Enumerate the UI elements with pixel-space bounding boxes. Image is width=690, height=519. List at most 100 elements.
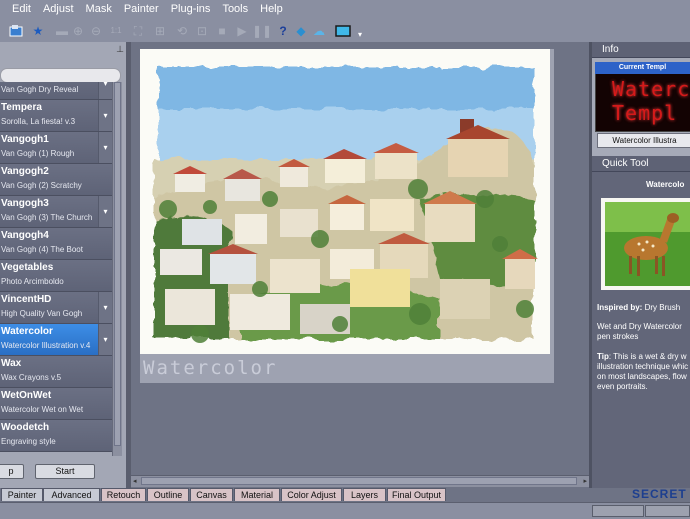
- preset-description: Wax Crayons v.5: [1, 373, 62, 382]
- preset-description: Watercolor Illustration v.4: [1, 341, 91, 350]
- preset-thumbnail: [601, 198, 690, 290]
- preset-item-vangogh3[interactable]: Vangogh3 Van Gogh (3) The Church ▾: [0, 196, 112, 228]
- preset-menu-chevron-down-icon[interactable]: ▾: [98, 82, 112, 99]
- preset-description: Van Gogh (3) The Church: [1, 213, 93, 222]
- preset-description: Sorolla, La fiesta! v.3: [1, 117, 76, 126]
- preset-description: Photo Arcimboldo: [1, 277, 64, 286]
- brand-logo-text: SECRET: [632, 487, 687, 501]
- preset-item-tempera[interactable]: Tempera Sorolla, La fiesta! v.3 ▾: [0, 100, 112, 132]
- preset-item-watercolor[interactable]: Watercolor Watercolor Illustration v.4 ▾: [0, 324, 112, 356]
- preset-item-vangogh2[interactable]: Vangogh2 Van Gogh (2) Scratchy: [0, 164, 112, 196]
- crop-icon[interactable]: ⊞: [152, 23, 168, 39]
- fit-icon[interactable]: ⛶: [130, 23, 146, 39]
- canvas-watermark-text: Watercolor: [143, 357, 278, 379]
- tab-painter[interactable]: Painter: [1, 488, 43, 501]
- menu-plugins[interactable]: Plug-ins: [165, 0, 217, 15]
- tab-layers[interactable]: Layers: [343, 488, 386, 501]
- folder-icon[interactable]: ▬: [54, 23, 70, 39]
- preset-menu-chevron-down-icon[interactable]: ▾: [98, 132, 112, 163]
- open-icon[interactable]: [8, 23, 24, 39]
- preset-menu-chevron-down-icon[interactable]: ▾: [98, 292, 112, 323]
- inspired-by-line: Inspired by: Dry Brush: [597, 303, 680, 313]
- inspired-by-value: Dry Brush: [644, 303, 681, 312]
- status-field-1: [592, 505, 644, 517]
- zoom-in-icon[interactable]: ⊕: [70, 23, 86, 39]
- preset-list-scrollbar[interactable]: [112, 82, 122, 456]
- preset-menu-chevron-down-icon[interactable]: ▾: [98, 324, 112, 355]
- tip-text-1: : This is a wet & dry w: [608, 352, 687, 361]
- play-icon[interactable]: ▶: [234, 23, 250, 39]
- quick-tool-title: Quick Tool: [592, 156, 690, 172]
- export-icon[interactable]: ☁: [311, 23, 327, 39]
- stop-button[interactable]: p: [0, 464, 24, 479]
- preset-item-wax[interactable]: Wax Wax Crayons v.5: [0, 356, 112, 388]
- preset-description: Watercolor Wet on Wet: [1, 405, 84, 414]
- help-icon[interactable]: ?: [275, 23, 291, 39]
- tab-canvas[interactable]: Canvas: [190, 488, 233, 501]
- layers-icon[interactable]: ◆: [293, 23, 309, 39]
- preset-description: Engraving style: [1, 437, 56, 446]
- scrollbar-thumb[interactable]: [114, 82, 121, 446]
- tab-outline[interactable]: Outline: [147, 488, 189, 501]
- menu-tools[interactable]: Tools: [216, 0, 254, 15]
- tab-retouch[interactable]: Retouch: [101, 488, 146, 501]
- menu-help[interactable]: Help: [254, 0, 289, 15]
- tip-line-3: on most landscapes, flow: [597, 372, 687, 381]
- quick-tool-desc-2: pen strokes: [597, 332, 639, 341]
- info-panel-title: Info: [592, 42, 690, 58]
- scroll-right-icon[interactable]: ▸: [583, 477, 587, 485]
- tip-line-1: Tip: This is a wet & dry w: [597, 352, 687, 362]
- led-line-2: Templ: [612, 101, 678, 125]
- tip-line-4: even portraits.: [597, 382, 648, 391]
- menu-edit[interactable]: Edit: [0, 0, 37, 15]
- pin-icon[interactable]: ⊥: [116, 44, 124, 55]
- preset-description: Van Gogh (2) Scratchy: [1, 181, 82, 190]
- scrollbar-thumb[interactable]: [141, 477, 577, 485]
- preset-item-sunflowers[interactable]: SunflowersVan Gogh Dry Reveal▾: [0, 82, 112, 100]
- tab-material[interactable]: Material: [234, 488, 280, 501]
- preset-description: High Quality Van Gogh: [1, 309, 83, 318]
- preset-name: Vegetables: [1, 262, 54, 273]
- preset-menu-chevron-down-icon[interactable]: ▾: [98, 100, 112, 131]
- menu-adjust[interactable]: Adjust: [37, 0, 80, 15]
- preset-name: Woodetch: [1, 422, 50, 433]
- monitor-icon[interactable]: [335, 23, 351, 39]
- preset-item-vegetables[interactable]: Vegetables Photo Arcimboldo: [0, 260, 112, 292]
- menu-bar: Edit Adjust Mask Painter Plug-ins Tools Help: [0, 0, 690, 21]
- quick-tool-desc-1: Wet and Dry Watercolor: [597, 322, 682, 331]
- pause-icon[interactable]: ❚❚: [252, 23, 272, 39]
- scroll-left-icon[interactable]: ◂: [133, 477, 137, 485]
- status-bar: [0, 502, 690, 519]
- menu-painter[interactable]: Painter: [118, 0, 165, 15]
- quick-tool-heading: Watercolo: [646, 180, 685, 189]
- rotate-icon[interactable]: ⟲: [174, 23, 190, 39]
- preset-item-vincenthd[interactable]: VincentHD High Quality Van Gogh ▾: [0, 292, 112, 324]
- preset-item-woodetch[interactable]: Woodetch Engraving style: [0, 420, 112, 452]
- stop-icon[interactable]: ■: [214, 23, 230, 39]
- tip-label: Tip: [597, 352, 609, 361]
- tip-line-2: illustration technique whic: [597, 362, 689, 371]
- preset-item-vangogh1[interactable]: Vangogh1 Van Gogh (1) Rough ▾: [0, 132, 112, 164]
- zoom-out-icon[interactable]: ⊖: [88, 23, 104, 39]
- preset-menu-chevron-down-icon[interactable]: ▾: [98, 196, 112, 227]
- canvas-image[interactable]: [140, 49, 550, 354]
- more-icon[interactable]: ▾: [352, 27, 368, 43]
- tab-color-adjust[interactable]: Color Adjust: [281, 488, 342, 501]
- canvas-horizontal-scrollbar[interactable]: ◂ ▸: [131, 475, 589, 487]
- inspired-by-label: Inspired by:: [597, 303, 643, 312]
- preset-search-input[interactable]: [0, 68, 121, 83]
- favorite-star-icon[interactable]: ★: [30, 23, 46, 39]
- menu-mask[interactable]: Mask: [80, 0, 118, 15]
- status-field-2: [645, 505, 690, 517]
- template-name-label: Watercolor Illustra: [597, 133, 690, 148]
- preset-list: SunflowersVan Gogh Dry Reveal▾TemperaSor…: [0, 82, 112, 456]
- zoom-100-icon[interactable]: 1:1: [108, 23, 124, 39]
- preset-item-vangogh4[interactable]: Vangogh4 Van Gogh (4) The Boot: [0, 228, 112, 260]
- led-header: Current Templ: [595, 62, 690, 74]
- crop-tool-icon[interactable]: ⊡: [194, 23, 210, 39]
- preset-description: Van Gogh Dry Reveal: [1, 85, 79, 94]
- preset-item-wetonwet[interactable]: WetOnWet Watercolor Wet on Wet: [0, 388, 112, 420]
- start-button[interactable]: Start: [35, 464, 95, 479]
- tab-final-output[interactable]: Final Output: [387, 488, 446, 501]
- tab-advanced[interactable]: Advanced: [43, 488, 100, 501]
